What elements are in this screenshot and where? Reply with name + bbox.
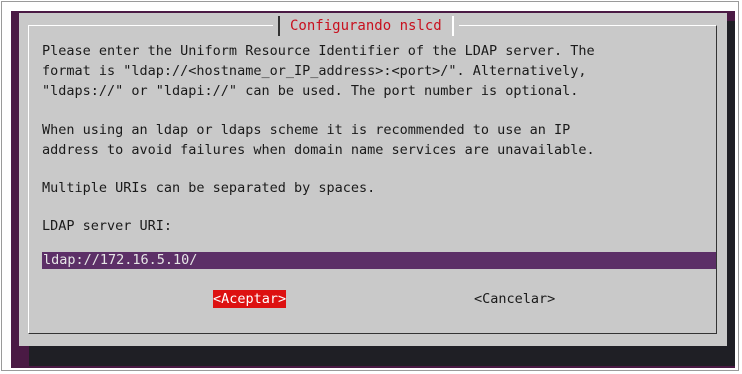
- recommendation-line-1: When using an ldap or ldaps scheme it is…: [42, 122, 571, 138]
- recommendation-line-2: address to avoid failures when domain na…: [42, 142, 595, 158]
- configuration-dialog: Configurando nslcd Please enter the Unif…: [19, 13, 727, 346]
- ldap-server-uri-label: LDAP server URI:: [42, 218, 173, 234]
- description-line-1: Please enter the Uniform Resource Identi…: [42, 43, 595, 59]
- title-right-bracket: [451, 16, 454, 36]
- description-line-2: format is "ldap://<hostname_or_IP_addres…: [42, 63, 587, 79]
- dialog-title-box: Configurando nslcd: [273, 14, 459, 38]
- multiple-uris-note: Multiple URIs can be separated by spaces…: [42, 180, 376, 196]
- description-line-3: "ldaps://" or "ldapi://" can be used. Th…: [42, 83, 579, 99]
- dialog-shadow-bottom: [29, 346, 735, 366]
- accept-button[interactable]: <Aceptar>: [213, 290, 287, 308]
- dialog-shadow-right: [727, 21, 735, 354]
- screenshot-frame: Configurando nslcd Please enter the Unif…: [1, 1, 739, 371]
- ldap-server-uri-input[interactable]: ldap://172.16.5.10/: [42, 252, 716, 269]
- dialog-title: Configurando nslcd: [290, 18, 442, 34]
- cancel-button[interactable]: <Cancelar>: [474, 290, 555, 308]
